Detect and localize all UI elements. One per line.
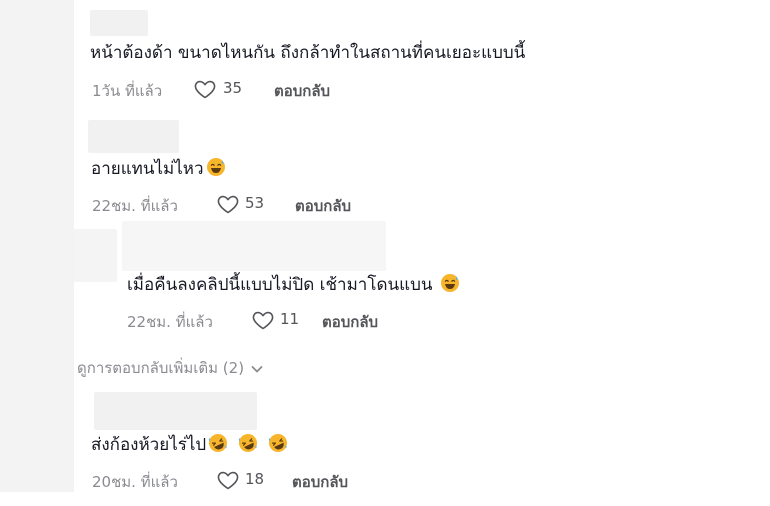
comment-text: ส่งก้องห้วยไร่ไป: [91, 433, 288, 456]
comment-meta: 1วัน ที่แล้ว 35 ตอบกลับ: [92, 77, 392, 101]
comment-section: หน้าต้องด้า ขนาดไหนกัน ถึงกล้าทำในสถานที…: [0, 0, 770, 506]
comment-meta: 22ชม. ที่แล้ว 11 ตอบกลับ: [127, 308, 427, 332]
left-gutter: [0, 0, 74, 492]
like-count: 35: [223, 79, 243, 97]
like-count: 18: [245, 470, 265, 488]
heart-outline-icon: [217, 471, 239, 490]
heart-outline-icon: [252, 311, 274, 330]
username-redacted: [122, 221, 386, 271]
chevron-down-icon: [251, 366, 263, 373]
reply-button[interactable]: ตอบกลับ: [295, 194, 351, 218]
rofl-emoji: [239, 434, 258, 452]
view-more-label: ดูการตอบกลับเพิ่มเติม (2): [77, 359, 245, 377]
comment-meta: 22ชม. ที่แล้ว 53 ตอบกลับ: [92, 192, 392, 216]
like-count: 11: [280, 310, 300, 328]
username-redacted: [88, 120, 179, 153]
heart-outline-icon: [194, 80, 216, 99]
username-redacted: [90, 10, 148, 36]
comment-time: 22ชม. ที่แล้ว: [92, 197, 178, 215]
rofl-emoji: [209, 434, 228, 452]
like-count: 53: [245, 194, 265, 212]
heart-outline-icon: [217, 195, 239, 214]
sweat-smile-emoji: [206, 158, 225, 176]
comment-body: ส่งก้องห้วยไร่ไป: [91, 435, 207, 455]
view-more-replies-button[interactable]: ดูการตอบกลับเพิ่มเติม (2): [77, 356, 264, 380]
comment-time: 22ชม. ที่แล้ว: [127, 313, 213, 331]
comment-body: เมื่อคืนลงคลิปนี้แบบไม่ปิด เช้ามาโดนแบน: [127, 275, 433, 295]
comment-body: อายแทนไม่ไหว: [91, 159, 204, 179]
comment-text: เมื่อคืนลงคลิปนี้แบบไม่ปิด เช้ามาโดนแบน: [127, 273, 460, 296]
rofl-emoji: [269, 434, 288, 452]
reply-button[interactable]: ตอบกลับ: [274, 79, 330, 103]
reply-button[interactable]: ตอบกลับ: [322, 310, 378, 334]
comment-time: 20ชม. ที่แล้ว: [92, 473, 178, 491]
comment-meta: 20ชม. ที่แล้ว 18 ตอบกลับ: [92, 468, 392, 492]
reply-avatar-redacted: [74, 229, 117, 282]
comment-time: 1วัน ที่แล้ว: [92, 82, 163, 100]
bottom-edge: [0, 492, 770, 506]
comment-text: หน้าต้องด้า ขนาดไหนกัน ถึงกล้าทำในสถานที…: [90, 43, 526, 63]
reply-button[interactable]: ตอบกลับ: [292, 470, 348, 494]
comment-text: อายแทนไม่ไหว: [91, 157, 226, 180]
sweat-smile-emoji: [441, 274, 460, 292]
username-redacted: [94, 392, 257, 430]
